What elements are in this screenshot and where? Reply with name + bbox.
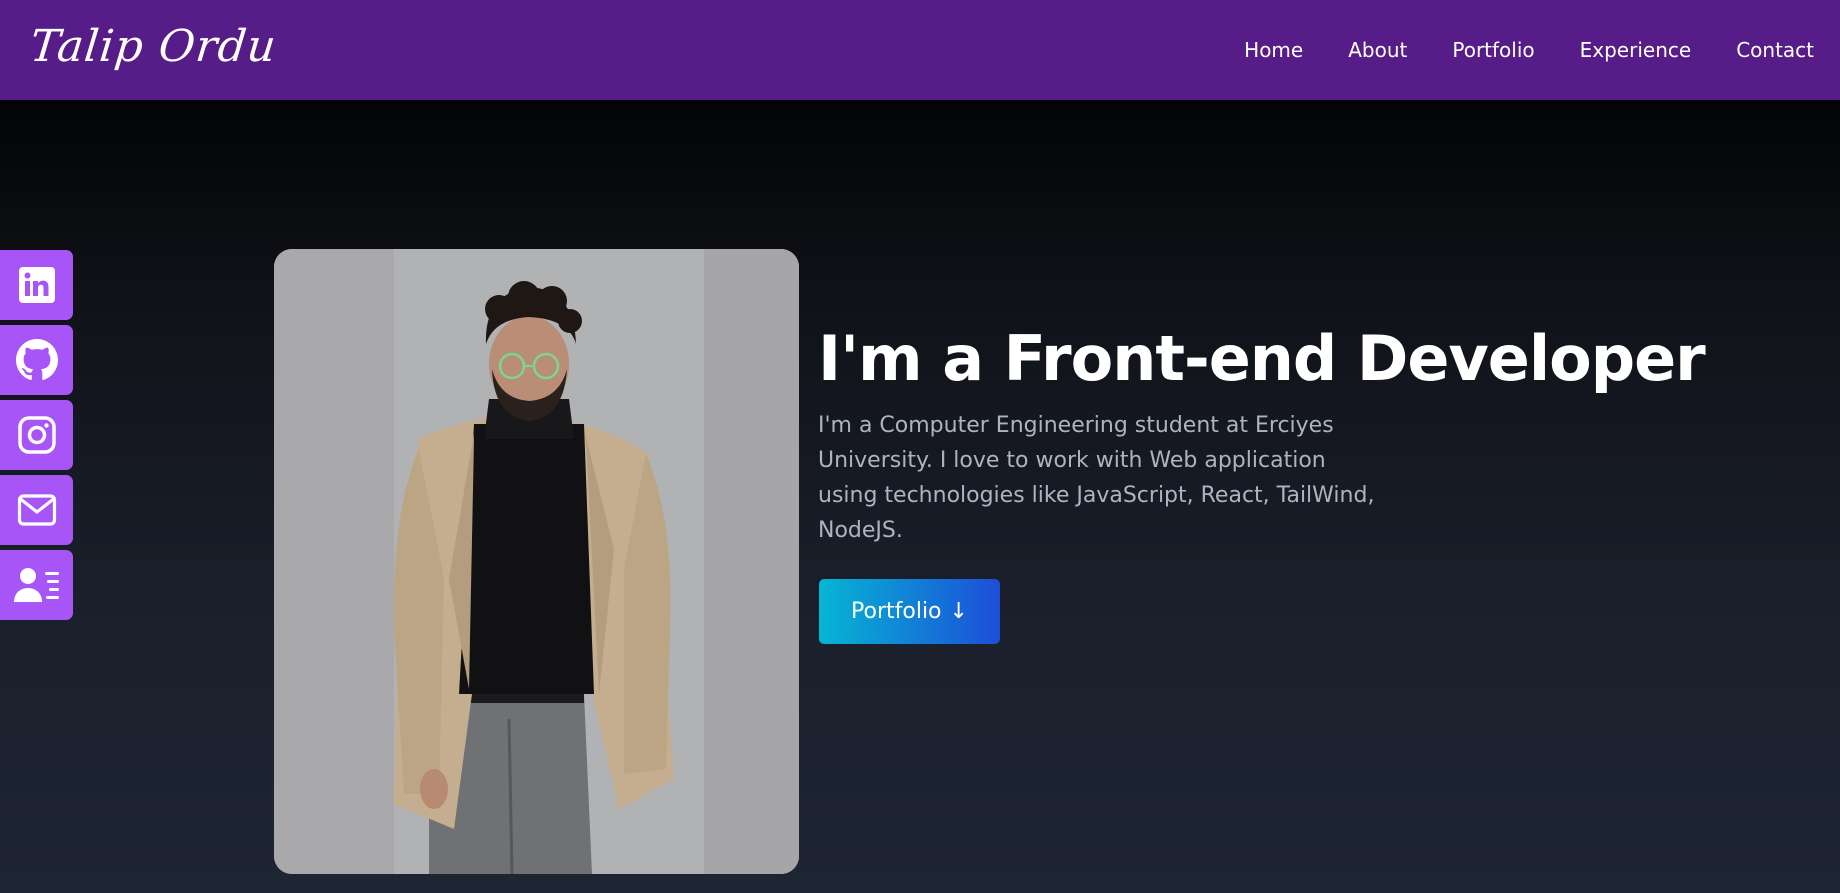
mail-icon xyxy=(17,494,56,526)
social-sidebar xyxy=(0,250,73,625)
nav-links: Home About Portfolio Experience Contact xyxy=(1244,38,1814,62)
nav-link-experience[interactable]: Experience xyxy=(1580,38,1692,62)
instagram-icon xyxy=(17,416,56,454)
page: Talip Ordu Home About Portfolio Experien… xyxy=(0,0,1840,893)
github-link[interactable] xyxy=(0,325,73,395)
nav-link-portfolio[interactable]: Portfolio xyxy=(1452,38,1534,62)
instagram-link[interactable] xyxy=(0,400,73,470)
nav-link-about[interactable]: About xyxy=(1348,38,1407,62)
portfolio-button[interactable]: Portfolio ↓ xyxy=(819,579,1000,644)
email-link[interactable] xyxy=(0,475,73,545)
arrow-down-icon: ↓ xyxy=(949,599,968,624)
github-icon xyxy=(15,339,58,380)
navbar: Talip Ordu Home About Portfolio Experien… xyxy=(0,0,1840,100)
nav-link-home[interactable]: Home xyxy=(1244,38,1303,62)
profile-photo-illustration xyxy=(274,249,799,874)
profile-photo xyxy=(274,249,799,874)
linkedin-link[interactable] xyxy=(0,250,73,320)
nav-link-contact[interactable]: Contact xyxy=(1736,38,1814,62)
site-logo[interactable]: Talip Ordu xyxy=(28,21,279,72)
hero-title: I'm a Front-end Developer xyxy=(818,322,1706,395)
resume-icon xyxy=(13,568,59,602)
portfolio-button-label: Portfolio xyxy=(851,599,942,624)
hero-description: I'm a Computer Engineering student at Er… xyxy=(818,413,1375,543)
resume-link[interactable] xyxy=(0,550,73,620)
linkedin-icon xyxy=(18,267,55,303)
